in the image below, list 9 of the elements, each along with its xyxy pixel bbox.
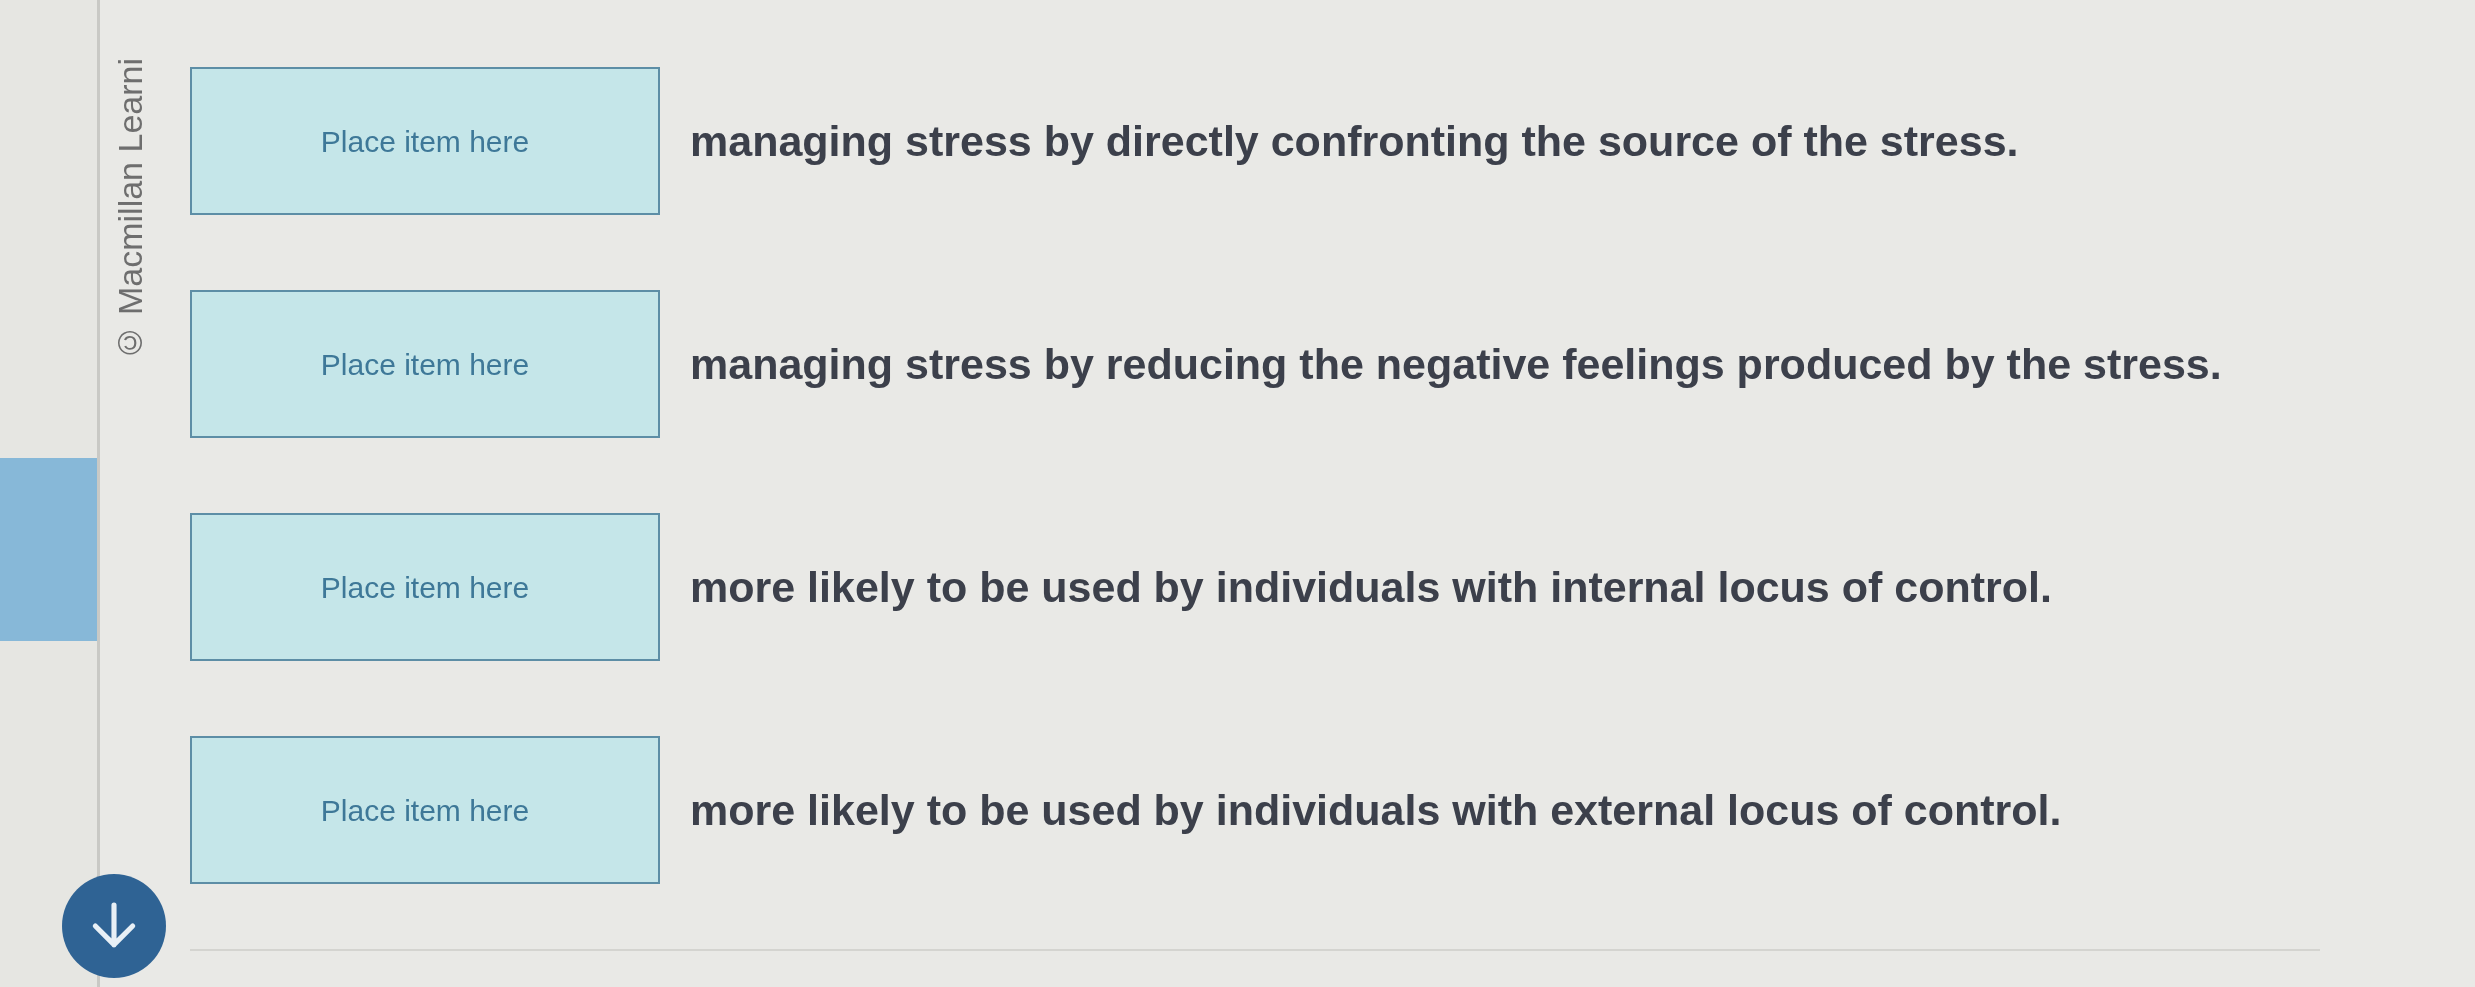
statement-text: more likely to be used by individuals with internal locus of control. (690, 561, 2052, 613)
copyright-text: © Macmillan Learni (113, 57, 147, 362)
statement-text: managing stress by directly confronting the source of the stress. (690, 115, 2019, 167)
drop-zone[interactable]: Place item here (190, 290, 660, 438)
drop-zone[interactable]: Place item here (190, 736, 660, 884)
statement-text: more likely to be used by individuals with external locus of control. (690, 784, 2062, 836)
drop-zone[interactable]: Place item here (190, 67, 660, 215)
drop-zone[interactable]: Place item here (190, 513, 660, 661)
statement-text: managing stress by reducing the negative feelings produced by the stress. (690, 338, 2222, 390)
